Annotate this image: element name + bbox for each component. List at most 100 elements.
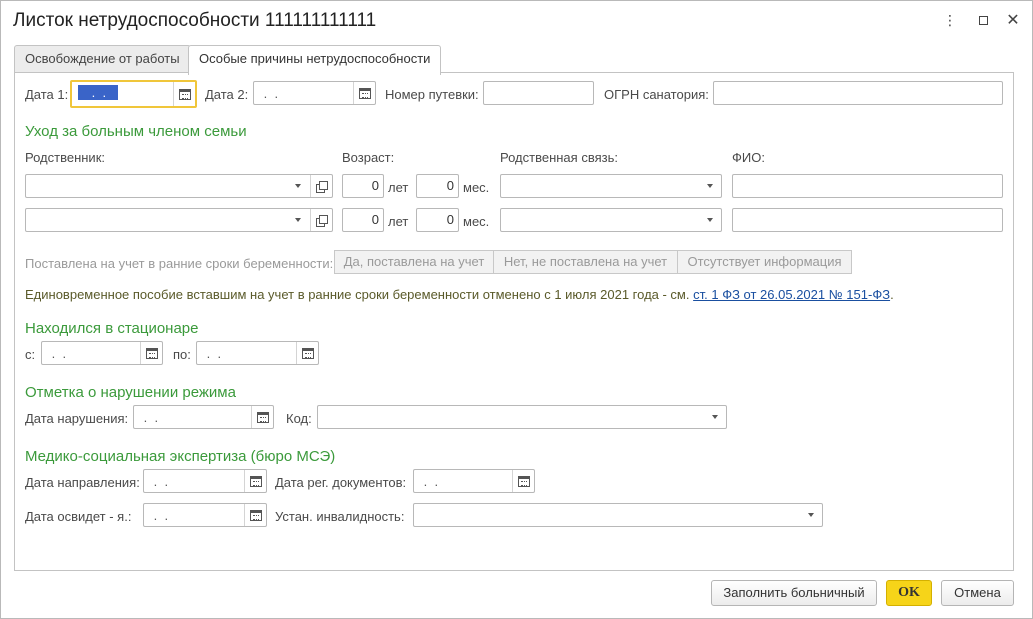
calendar-icon: [249, 509, 262, 521]
pregnancy-note: Единовременное пособие вставшим на учет …: [25, 287, 894, 303]
dropdown-button[interactable]: [288, 175, 308, 197]
ogrn-label: ОГРН санатория:: [604, 87, 709, 102]
pregnancy-note-text: Единовременное пособие вставшим на учет …: [25, 287, 690, 302]
chevron-down-icon: [295, 184, 301, 188]
mse-referral-label: Дата направления:: [25, 475, 140, 490]
hospital-title: Находился в стационаре: [25, 320, 199, 337]
calendar-icon: [145, 347, 158, 359]
fio-input[interactable]: [732, 208, 1003, 232]
hospital-to-value: . .: [203, 346, 225, 361]
date1-label: Дата 1:: [25, 87, 69, 102]
date1-value: . .: [78, 85, 118, 100]
pregnancy-unknown-button[interactable]: Отсутствует информация: [677, 250, 852, 274]
pregnancy-note-end: .: [890, 287, 894, 302]
dropdown-button[interactable]: [800, 504, 822, 526]
hospital-to-label: по:: [173, 347, 191, 362]
chevron-down-icon: [808, 513, 814, 517]
date2-field[interactable]: . .: [253, 81, 376, 105]
age-years-input[interactable]: 0: [342, 208, 384, 232]
age-years-input[interactable]: 0: [342, 174, 384, 198]
col-fio-label: ФИО:: [732, 150, 765, 165]
cancel-button[interactable]: Отмена: [941, 580, 1014, 606]
calendar-button[interactable]: [173, 82, 195, 106]
relative-select[interactable]: [25, 208, 333, 232]
more-icon[interactable]: ⋮: [941, 11, 959, 29]
fio-input[interactable]: [732, 174, 1003, 198]
hospital-from-field[interactable]: . .: [41, 341, 163, 365]
mse-exam-field[interactable]: . .: [143, 503, 267, 527]
calendar-button[interactable]: [353, 82, 375, 104]
calendar-button[interactable]: [140, 342, 162, 364]
dropdown-button[interactable]: [699, 209, 721, 231]
violation-code-select[interactable]: [317, 405, 727, 429]
hospital-from-label: с:: [25, 347, 36, 362]
date1-field[interactable]: . .: [70, 80, 197, 108]
months-unit: мес.: [463, 214, 490, 229]
relation-select[interactable]: [500, 208, 722, 232]
open-icon: [316, 180, 328, 193]
dropdown-button[interactable]: [704, 406, 726, 428]
calendar-button[interactable]: [244, 470, 266, 492]
years-unit: лет: [388, 214, 409, 229]
mse-exam-value: . .: [150, 508, 172, 523]
mse-docs-label: Дата рег. документов:: [275, 475, 407, 490]
calendar-icon: [178, 88, 191, 100]
open-button[interactable]: [310, 209, 332, 231]
mse-docs-value: . .: [420, 474, 442, 489]
tab-work-release[interactable]: Освобождение от работы: [14, 45, 191, 73]
chevron-down-icon: [295, 218, 301, 222]
calendar-button[interactable]: [251, 406, 273, 428]
ogrn-input[interactable]: [713, 81, 1003, 105]
pregnancy-no-button[interactable]: Нет, не поставлена на учет: [493, 250, 678, 274]
dropdown-button[interactable]: [288, 209, 308, 231]
calendar-icon: [256, 411, 269, 423]
pregnancy-label: Поставлена на учет в ранние сроки береме…: [25, 256, 334, 271]
relative-select[interactable]: [25, 174, 333, 198]
open-button[interactable]: [310, 175, 332, 197]
close-icon[interactable]: ✕: [1004, 11, 1022, 29]
pregnancy-yes-button[interactable]: Да, поставлена на учет: [334, 250, 494, 274]
col-age-label: Возраст:: [342, 150, 395, 165]
mse-referral-field[interactable]: . .: [143, 469, 267, 493]
chevron-down-icon: [707, 218, 713, 222]
voucher-label: Номер путевки:: [385, 87, 479, 102]
violation-title: Отметка о нарушении режима: [25, 384, 236, 401]
calendar-button[interactable]: [512, 470, 534, 492]
window-title: Листок нетрудоспособности 111111111111: [13, 10, 377, 31]
mse-title: Медико-социальная экспертиза (бюро МСЭ): [25, 448, 336, 465]
relation-select[interactable]: [500, 174, 722, 198]
violation-date-field[interactable]: . .: [133, 405, 274, 429]
voucher-input[interactable]: [483, 81, 594, 105]
mse-referral-value: . .: [150, 474, 172, 489]
violation-date-label: Дата нарушения:: [25, 411, 129, 426]
chevron-down-icon: [712, 415, 718, 419]
chevron-down-icon: [707, 184, 713, 188]
tab-special-reasons[interactable]: Особые причины нетрудоспособности: [188, 45, 442, 75]
calendar-icon: [301, 347, 314, 359]
age-months-input[interactable]: 0: [416, 208, 459, 232]
mse-disability-label: Устан. инвалидность:: [275, 509, 405, 524]
calendar-icon: [517, 475, 530, 487]
hospital-to-field[interactable]: . .: [196, 341, 319, 365]
date2-label: Дата 2:: [205, 87, 249, 102]
mse-disability-select[interactable]: [413, 503, 823, 527]
violation-code-label: Код:: [286, 411, 312, 426]
fill-sick-leave-button[interactable]: Заполнить больничный: [711, 580, 877, 606]
calendar-button[interactable]: [296, 342, 318, 364]
date2-value: . .: [260, 86, 282, 101]
dialog-window: Листок нетрудоспособности 111111111111 ⋮…: [0, 0, 1033, 619]
col-relation-label: Родственная связь:: [500, 150, 618, 165]
maximize-icon[interactable]: [974, 11, 992, 29]
mse-docs-field[interactable]: . .: [413, 469, 535, 493]
age-months-input[interactable]: 0: [416, 174, 459, 198]
calendar-button[interactable]: [244, 504, 266, 526]
law-link[interactable]: ст. 1 ФЗ от 26.05.2021 № 151-ФЗ: [693, 287, 890, 302]
months-unit: мес.: [463, 180, 490, 195]
mse-exam-label: Дата освидет - я.:: [25, 509, 132, 524]
col-relative-label: Родственник:: [25, 150, 105, 165]
dropdown-button[interactable]: [699, 175, 721, 197]
open-icon: [316, 214, 328, 227]
hospital-from-value: . .: [48, 346, 70, 361]
ok-button[interactable]: OK: [886, 580, 932, 606]
violation-date-value: . .: [140, 410, 162, 425]
